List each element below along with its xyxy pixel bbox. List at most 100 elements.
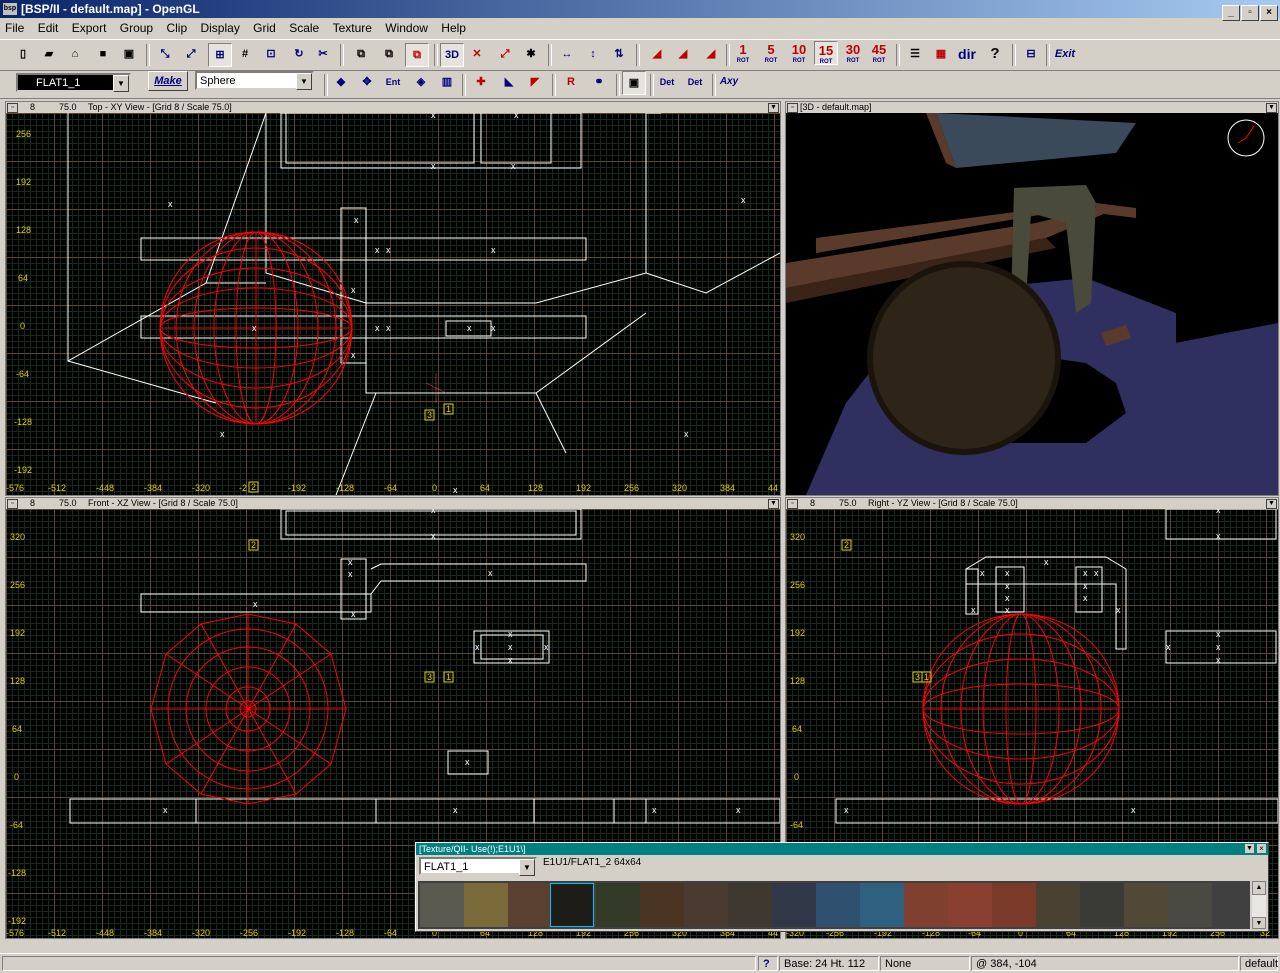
clone-icon[interactable]: ⧉ xyxy=(405,43,429,67)
axy-button[interactable]: Axy xyxy=(718,71,740,93)
select-tool-icon[interactable]: ⤡ xyxy=(154,43,176,65)
flip-z-icon[interactable]: ⇅ xyxy=(608,43,630,65)
exit-button[interactable]: Exit xyxy=(1054,43,1076,65)
brush-icon[interactable]: ◆ xyxy=(330,71,352,93)
rot-15-button[interactable]: 15 ROT xyxy=(814,41,838,65)
close-icon[interactable]: × xyxy=(1257,844,1266,853)
texture-thumb[interactable] xyxy=(420,883,464,927)
texture-thumb[interactable] xyxy=(464,883,508,927)
texture-thumb[interactable] xyxy=(1080,883,1124,927)
mirror-icon[interactable]: ◣ xyxy=(498,71,520,93)
texture-thumb[interactable] xyxy=(904,883,948,927)
chevron-down-icon[interactable]: ▼ xyxy=(768,499,779,509)
top-view-canvas[interactable]: xxx x x xxxxx xx xx x xx xxx 25619212864 0-64… xyxy=(6,113,780,495)
texture-combo[interactable]: FLAT1_1 ▼ xyxy=(16,73,131,92)
menu-group[interactable]: Group xyxy=(115,21,158,35)
texture-thumb[interactable] xyxy=(948,883,992,927)
shape-combo[interactable]: Sphere ▼ xyxy=(195,71,314,90)
menu-clip[interactable]: Clip xyxy=(161,21,192,35)
rot-1-button[interactable]: 1 ROT xyxy=(732,41,754,64)
top-view[interactable]: ▫ 8 75.0 Top - XY View - [Grid 8 / Scale… xyxy=(5,101,781,496)
3d-view-icon[interactable]: 3D xyxy=(440,43,464,67)
chevron-down-icon[interactable]: ▼ xyxy=(113,75,129,92)
texture-thumb[interactable] xyxy=(728,883,772,927)
texture-thumb[interactable] xyxy=(772,883,816,927)
save-all-icon[interactable]: ▣ xyxy=(118,43,140,65)
copy-icon[interactable]: ⧉ xyxy=(350,43,372,65)
list-icon[interactable]: ☰ xyxy=(904,43,926,65)
chevron-down-icon[interactable]: ▼ xyxy=(1252,917,1266,929)
chevron-down-icon[interactable]: ▼ xyxy=(1266,499,1277,509)
texture-select[interactable]: FLAT1_1 ▼ xyxy=(419,857,537,876)
texture-thumb[interactable] xyxy=(640,883,684,927)
r-icon[interactable]: R xyxy=(560,71,582,93)
center-icon[interactable]: ✥ xyxy=(356,71,378,93)
menu-texture[interactable]: Texture xyxy=(328,21,377,35)
texture-thumb-selected[interactable] xyxy=(550,883,594,927)
3d-view[interactable]: ▫ [3D - default.map] ▼ xyxy=(785,101,1279,496)
det-button-2[interactable]: Det xyxy=(684,71,706,93)
flip-y-icon[interactable]: ↕ xyxy=(582,43,604,65)
menu-edit[interactable]: Edit xyxy=(33,21,64,35)
texture-browser[interactable]: [Texture/QII- Use(!);E1U1\] ▼ × FLAT1_1 ▼… xyxy=(415,842,1269,932)
flip-x-icon[interactable]: ↔ xyxy=(556,43,578,65)
wedge-icon[interactable]: ◤ xyxy=(524,71,546,93)
cut-icon[interactable]: ✂ xyxy=(312,43,334,65)
texture-thumb[interactable] xyxy=(596,883,640,927)
rotate-x-icon[interactable]: ◢ xyxy=(646,43,668,65)
rot-30-button[interactable]: 30 ROT xyxy=(842,41,864,64)
palette-icon[interactable]: ▦ xyxy=(930,43,952,65)
menu-scale[interactable]: Scale xyxy=(284,21,324,35)
status-help[interactable]: ? xyxy=(758,956,778,971)
paste-icon[interactable]: ⧉ xyxy=(378,43,400,65)
texture-thumb[interactable] xyxy=(1124,883,1168,927)
open-file-icon[interactable]: ▰ xyxy=(38,43,60,65)
window-layout-icon[interactable]: ⊟ xyxy=(1020,43,1042,65)
menu-file[interactable]: File xyxy=(0,21,29,35)
box-select-icon[interactable]: ▣ xyxy=(622,71,646,95)
menu-display[interactable]: Display xyxy=(195,21,244,35)
menu-grid[interactable]: Grid xyxy=(248,21,281,35)
texture-thumb[interactable] xyxy=(992,883,1036,927)
chevron-down-icon[interactable]: ▼ xyxy=(768,103,779,113)
chevron-up-icon[interactable]: ▲ xyxy=(1252,881,1266,895)
rot-45-button[interactable]: 45 ROT xyxy=(868,41,890,64)
dir-button[interactable]: dir xyxy=(956,43,978,65)
select-face-icon[interactable]: ⤢ xyxy=(180,43,202,65)
texture-thumb[interactable] xyxy=(684,883,728,927)
det-button-1[interactable]: Det xyxy=(656,71,678,93)
3d-render[interactable] xyxy=(786,113,1278,495)
texture-scrollbar[interactable]: ▲ ▼ xyxy=(1252,881,1266,929)
texture-thumb[interactable] xyxy=(816,883,860,927)
grid-toggle-icon[interactable]: ⊞ xyxy=(208,43,232,67)
rot-10-button[interactable]: 10 ROT xyxy=(788,41,810,64)
snap-icon[interactable]: ⊡ xyxy=(260,43,282,65)
grid-icon[interactable]: # xyxy=(234,43,256,65)
chevron-down-icon[interactable]: ▼ xyxy=(519,859,535,876)
menu-help[interactable]: Help xyxy=(436,21,471,35)
rotate-icon[interactable]: ↻ xyxy=(288,43,310,65)
crosshair-icon[interactable]: ✚ xyxy=(470,71,492,93)
move-icon[interactable]: ✕ xyxy=(466,43,488,65)
texture-thumb[interactable] xyxy=(1036,883,1080,927)
chevron-down-icon[interactable]: ▼ xyxy=(1245,844,1254,853)
rotate-y-icon[interactable]: ◢ xyxy=(672,43,694,65)
entity-icon[interactable]: Ent xyxy=(382,71,404,93)
group-icon[interactable]: ◈ xyxy=(410,71,432,93)
chevron-down-icon[interactable]: ▼ xyxy=(296,73,312,90)
trash-icon[interactable]: ▥ xyxy=(436,71,458,93)
scale-icon[interactable]: ⤢ xyxy=(494,43,516,65)
link-icon[interactable]: ⚭ xyxy=(588,71,610,93)
save-icon[interactable]: ■ xyxy=(92,43,114,65)
help-button[interactable]: ? xyxy=(984,43,1006,65)
menu-export[interactable]: Export xyxy=(67,21,112,35)
texture-thumb[interactable] xyxy=(860,883,904,927)
new-file-icon[interactable]: ▯ xyxy=(12,43,34,65)
rot-5-button[interactable]: 5 ROT xyxy=(760,41,782,64)
menu-window[interactable]: Window xyxy=(380,21,433,35)
vertex-icon[interactable]: ✱ xyxy=(520,43,542,65)
make-button[interactable]: Make xyxy=(148,71,188,91)
chevron-down-icon[interactable]: ▼ xyxy=(1266,103,1277,113)
open-folder-icon[interactable]: ⌂ xyxy=(64,43,86,65)
texture-thumb[interactable] xyxy=(1168,883,1212,927)
